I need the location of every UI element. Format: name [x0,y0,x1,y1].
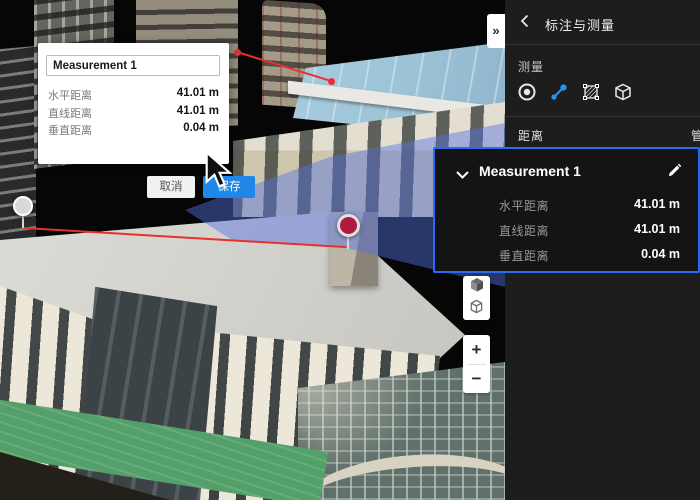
row-value: 41.01 m [634,197,680,211]
point-measure-icon[interactable] [511,78,543,106]
mouse-cursor [203,150,235,196]
model-view-icon[interactable] [469,277,485,298]
row-value: 0.04 m [183,122,219,134]
row-value: 0.04 m [641,247,680,261]
edit-pencil-icon[interactable] [667,163,682,183]
measure-marker-end[interactable] [337,214,360,237]
zoom-toolbar: + − [463,335,490,393]
panel-title: 标注与测量 [545,18,616,33]
row-label: 直线距离 [499,224,550,238]
row-value: 41.01 m [634,222,680,236]
measure-tools [511,78,639,108]
volume-measure-icon[interactable] [607,78,639,106]
popup-row: 垂直距离 0.04 m [48,122,219,137]
popup-row: 水平距离 41.01 m [48,87,219,102]
view-mode-toolbar [463,276,490,320]
chevron-down-icon[interactable] [455,167,470,185]
row-label: 水平距离 [48,90,92,102]
divider [505,116,700,117]
row-label: 垂直距离 [499,249,550,263]
wireframe-view-icon[interactable] [469,299,484,319]
row-value: 41.01 m [176,87,219,99]
measurement-edit-popup: 水平距离 41.01 m 直线距离 41.01 m 垂直距离 0.04 m 取消… [38,43,255,198]
popup-row: 直线距离 41.01 m [48,105,219,120]
row-value: 41.01 m [176,105,219,117]
distance-measure-icon[interactable] [543,78,575,106]
measure-point[interactable] [234,49,241,56]
measurement-name-input[interactable] [46,55,220,76]
measure-section-label: 测量 [518,60,545,74]
row-label: 直线距离 [48,108,92,120]
tab-manage[interactable]: 管理 [691,127,700,144]
app-screen: 水平距离 41.01 m 直线距离 41.01 m 垂直距离 0.04 m 取消… [0,0,700,500]
row-label: 水平距离 [499,199,550,213]
measure-row: 水平距离 41.01 m [499,197,680,213]
measure-row: 直线距离 41.01 m [499,222,680,238]
tab-distance[interactable]: 距离 [518,127,544,144]
measurement-card-selected[interactable]: Measurement 1 水平距离 41.01 m 直线距离 41.01 m … [433,147,700,273]
zoom-out-button[interactable]: − [463,364,490,393]
zoom-in-button[interactable]: + [463,335,490,364]
panel-collapse-button[interactable]: » [487,14,505,48]
measurement-name: Measurement 1 [479,163,581,179]
measure-row: 垂直距离 0.04 m [499,247,680,263]
back-icon[interactable] [517,13,533,34]
area-measure-icon[interactable] [575,78,607,106]
measure-point[interactable] [328,78,335,85]
panel-header: 标注与测量 [505,0,700,45]
row-label: 垂直距离 [48,125,92,137]
measure-marker-start[interactable] [13,196,33,216]
cancel-button[interactable]: 取消 [147,176,195,198]
